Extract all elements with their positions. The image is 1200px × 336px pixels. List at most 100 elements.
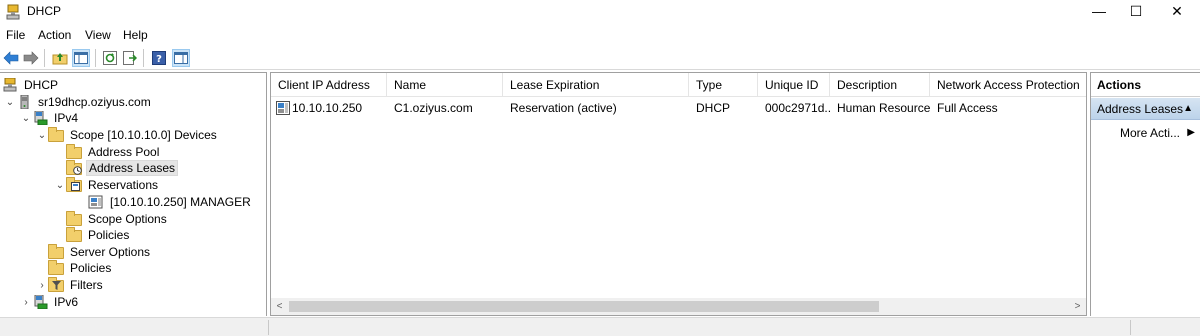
toolbar: ? — [0, 46, 1200, 70]
tree-item-address-pool[interactable]: Address Pool — [66, 144, 161, 160]
unique-id-cell: 000c2971d... — [765, 101, 830, 115]
tree-item-server[interactable]: ⌄ sr19dhcp.oziyus.com — [4, 94, 153, 110]
tree-label: sr19dhcp.oziyus.com — [38, 95, 151, 109]
chevron-right-icon[interactable]: › — [36, 280, 48, 291]
back-icon[interactable] — [2, 49, 20, 67]
list-header: Client IP Address Name Lease Expiration … — [271, 73, 1086, 97]
menu-bar: File Action View Help — [0, 25, 1200, 45]
svg-text:?: ? — [156, 54, 162, 65]
reservation-computer-icon — [276, 101, 290, 115]
tree-item-filters[interactable]: › Filters — [36, 277, 105, 293]
chevron-down-icon[interactable]: ⌄ — [4, 97, 16, 108]
tree-label: DHCP — [24, 78, 59, 92]
tree-label: Policies — [88, 228, 130, 242]
column-header-unique-id[interactable]: Unique ID — [758, 73, 830, 97]
export-list-icon[interactable] — [121, 49, 139, 67]
column-header-client-ip[interactable]: Client IP Address — [271, 73, 387, 97]
folder-icon — [48, 244, 64, 259]
chevron-right-icon[interactable]: › — [20, 297, 32, 308]
window-title: DHCP — [27, 4, 62, 18]
ipv4-icon — [32, 110, 48, 126]
menu-view[interactable]: View — [85, 28, 111, 42]
tree-item-address-leases[interactable]: Address Leases — [66, 160, 179, 176]
menu-help[interactable]: Help — [123, 28, 148, 42]
forward-icon[interactable] — [22, 49, 40, 67]
address-leases-icon — [66, 160, 82, 175]
server-icon — [16, 94, 32, 110]
folder-icon — [66, 227, 82, 242]
maximize-button[interactable]: ☐ — [1113, 0, 1159, 24]
tree-label: Server Options — [70, 245, 151, 259]
menu-file[interactable]: File — [6, 28, 25, 42]
actions-pane: Actions Address Leases ▲ More Acti... ▶ — [1090, 72, 1200, 316]
type-cell: DHCP — [696, 101, 731, 115]
tree-label: Address Pool — [88, 145, 160, 159]
tree-label: IPv4 — [54, 111, 79, 125]
more-actions-item[interactable]: More Acti... ▶ — [1091, 123, 1200, 143]
tree-item-reservations[interactable]: ⌄ Reservations — [54, 177, 160, 193]
ipv6-icon — [32, 294, 48, 310]
tree-item-ipv4[interactable]: ⌄ IPv4 — [20, 110, 80, 126]
help-icon[interactable]: ? — [150, 49, 168, 67]
lease-expiration-cell: Reservation (active) — [510, 101, 617, 115]
scroll-thumb[interactable] — [289, 301, 879, 312]
reservation-computer-icon — [88, 195, 104, 209]
folder-icon — [48, 127, 64, 142]
client-ip-cell: 10.10.10.250 — [271, 99, 387, 117]
tree-label: Filters — [70, 278, 103, 292]
column-header-type[interactable]: Type — [689, 73, 758, 97]
filters-icon — [48, 277, 64, 292]
tree-item-scope[interactable]: ⌄ Scope [10.10.10.0] Devices — [36, 127, 219, 143]
description-cell: Human Resources — [837, 101, 930, 115]
horizontal-scrollbar[interactable]: < > — [271, 298, 1086, 315]
table-row[interactable]: 10.10.10.250 C1.oziyus.com Reservation (… — [271, 99, 1086, 117]
name-cell: C1.oziyus.com — [394, 101, 473, 115]
tree-item-scope-policies[interactable]: Policies — [66, 227, 131, 243]
tree-item-scope-options[interactable]: Scope Options — [66, 211, 169, 227]
status-bar — [0, 317, 1200, 336]
leases-list-view: Client IP Address Name Lease Expiration … — [270, 72, 1087, 316]
show-hide-action-pane-icon[interactable] — [172, 49, 190, 67]
folder-icon — [66, 144, 82, 159]
reservations-icon — [66, 177, 82, 192]
tree-label: Reservations — [88, 178, 159, 192]
chevron-down-icon[interactable]: ⌄ — [20, 113, 32, 124]
dhcp-app-icon — [5, 4, 21, 20]
title-bar: DHCP — ☐ ✕ — [0, 0, 1200, 24]
close-button[interactable]: ✕ — [1154, 0, 1200, 24]
actions-title: Actions — [1091, 73, 1200, 97]
column-header-description[interactable]: Description — [830, 73, 930, 97]
tree-label: [10.10.10.250] MANAGER — [110, 195, 251, 209]
tree-label: Scope Options — [88, 212, 167, 226]
tree-label: Address Leases — [86, 160, 179, 176]
tree-item-reservation-manager[interactable]: [10.10.10.250] MANAGER — [88, 194, 253, 210]
folder-icon — [48, 260, 64, 275]
chevron-down-icon[interactable]: ⌄ — [36, 130, 48, 141]
tree-label: Scope [10.10.10.0] Devices — [70, 128, 217, 142]
tree-item-server-options[interactable]: Server Options — [48, 244, 152, 260]
actions-section-address-leases[interactable]: Address Leases ▲ — [1091, 98, 1200, 120]
column-header-nap[interactable]: Network Access Protection — [930, 73, 1086, 97]
tree-item-ipv6[interactable]: › IPv6 — [20, 294, 80, 310]
scroll-right-button[interactable]: > — [1069, 298, 1086, 315]
collapse-up-icon[interactable]: ▲ — [1183, 98, 1193, 120]
menu-action[interactable]: Action — [38, 28, 71, 42]
show-hide-console-tree-icon[interactable] — [72, 49, 90, 67]
tree-label: IPv6 — [54, 295, 79, 309]
column-header-lease-expiration[interactable]: Lease Expiration — [503, 73, 689, 97]
chevron-down-icon[interactable]: ⌄ — [54, 180, 66, 191]
submenu-arrow-icon: ▶ — [1187, 127, 1195, 138]
tree-item-server-policies[interactable]: Policies — [48, 260, 113, 276]
dhcp-icon — [2, 77, 18, 92]
more-actions-label: More Acti... — [1120, 126, 1181, 140]
refresh-icon[interactable] — [101, 49, 119, 67]
column-header-name[interactable]: Name — [387, 73, 503, 97]
tree-label: Policies — [70, 261, 112, 275]
console-tree: DHCP ⌄ sr19dhcp.oziyus.com ⌄ IPv4 ⌄ Scop… — [0, 72, 267, 316]
nap-cell: Full Access — [937, 101, 998, 115]
folder-icon — [66, 211, 82, 226]
tree-item-dhcp-root[interactable]: DHCP — [2, 77, 60, 93]
up-folder-icon[interactable] — [51, 49, 69, 67]
actions-section-label: Address Leases — [1097, 102, 1184, 116]
scroll-left-button[interactable]: < — [271, 298, 288, 315]
